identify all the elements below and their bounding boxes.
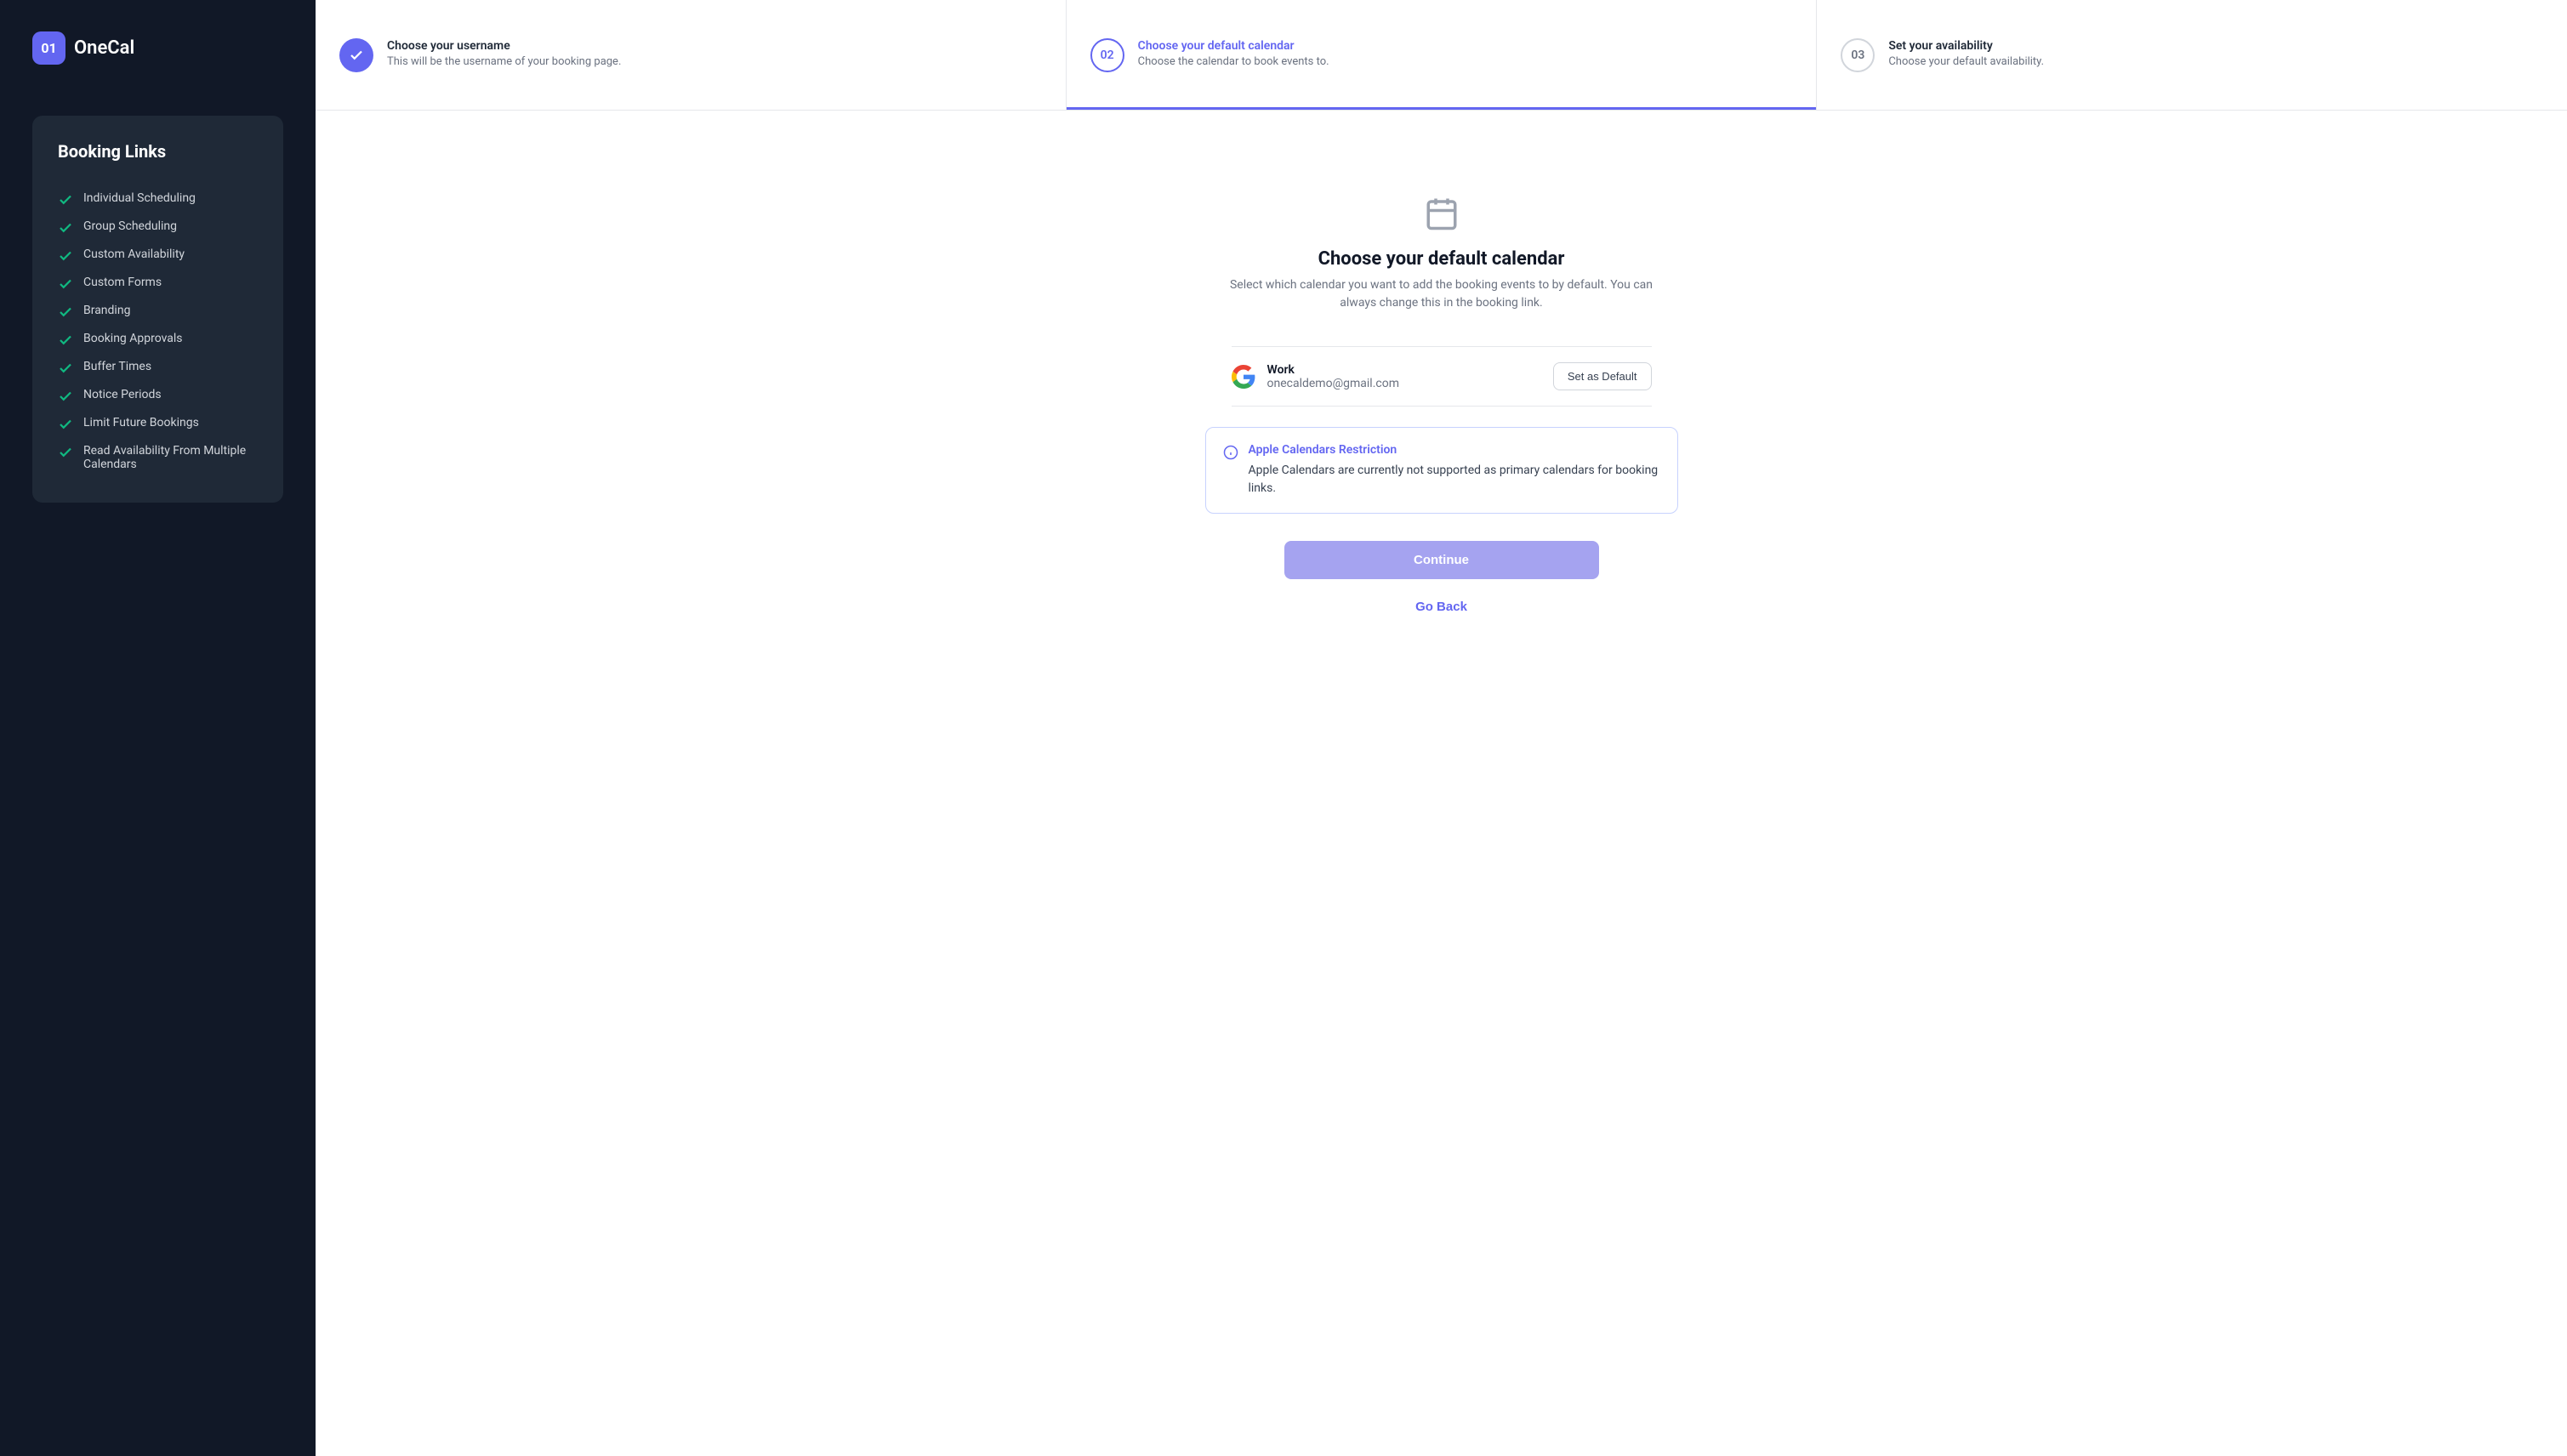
step-description: Choose your default availability. bbox=[1888, 54, 2543, 70]
step-content: Choose your default calendar Choose the … bbox=[1138, 39, 1793, 70]
step-description: This will be the username of your bookin… bbox=[387, 54, 1042, 70]
info-icon bbox=[1223, 445, 1238, 460]
alert-apple-restriction: Apple Calendars Restriction Apple Calend… bbox=[1205, 427, 1678, 514]
sidebar: 01 OneCal Booking Links Individual Sched… bbox=[0, 0, 316, 1456]
calendar-row: Work onecaldemo@gmail.com Set as Default bbox=[1232, 346, 1652, 407]
check-icon bbox=[349, 48, 364, 63]
check-icon bbox=[58, 220, 73, 236]
feature-label: Notice Periods bbox=[83, 388, 162, 401]
logo-icon: 01 bbox=[32, 31, 65, 65]
stepper: Choose your username This will be the us… bbox=[316, 0, 2567, 111]
check-icon bbox=[58, 417, 73, 432]
calendar-name: Work bbox=[1267, 363, 1399, 377]
feature-label: Individual Scheduling bbox=[83, 191, 196, 205]
alert-content: Apple Calendars Restriction Apple Calend… bbox=[1249, 443, 1660, 498]
sidebar-title: Booking Links bbox=[58, 141, 258, 162]
check-icon bbox=[58, 276, 73, 292]
step-badge-completed bbox=[339, 38, 373, 72]
content-area: Choose your default calendar Select whic… bbox=[316, 111, 2567, 1456]
feature-item: Custom Availability bbox=[58, 242, 258, 270]
feature-item: Individual Scheduling bbox=[58, 185, 258, 213]
set-default-button[interactable]: Set as Default bbox=[1553, 362, 1652, 390]
continue-button[interactable]: Continue bbox=[1284, 541, 1599, 579]
google-icon bbox=[1232, 365, 1255, 389]
step-title: Choose your default calendar bbox=[1138, 39, 1793, 53]
feature-item: Notice Periods bbox=[58, 382, 258, 410]
page-subtitle: Select which calendar you want to add th… bbox=[1229, 276, 1654, 312]
step-title: Choose your username bbox=[387, 39, 1042, 53]
step-availability[interactable]: 03 Set your availability Choose your def… bbox=[1817, 0, 2567, 110]
step-badge-pending: 03 bbox=[1841, 38, 1875, 72]
calendar-info: Work onecaldemo@gmail.com bbox=[1232, 363, 1399, 390]
feature-label: Buffer Times bbox=[83, 360, 151, 373]
feature-item: Buffer Times bbox=[58, 354, 258, 382]
logo[interactable]: 01 OneCal bbox=[32, 31, 283, 65]
alert-title: Apple Calendars Restriction bbox=[1249, 443, 1660, 457]
check-icon bbox=[58, 361, 73, 376]
feature-item: Branding bbox=[58, 298, 258, 326]
step-badge-active: 02 bbox=[1090, 38, 1124, 72]
feature-label: Branding bbox=[83, 304, 130, 317]
feature-item: Group Scheduling bbox=[58, 213, 258, 242]
sidebar-card: Booking Links Individual Scheduling Grou… bbox=[32, 116, 283, 503]
go-back-button[interactable]: Go Back bbox=[1415, 600, 1467, 614]
feature-label: Limit Future Bookings bbox=[83, 416, 199, 429]
step-content: Set your availability Choose your defaul… bbox=[1888, 39, 2543, 70]
alert-text: Apple Calendars are currently not suppor… bbox=[1249, 462, 1660, 498]
feature-label: Read Availability From Multiple Calendar… bbox=[83, 444, 258, 471]
feature-item: Booking Approvals bbox=[58, 326, 258, 354]
logo-text: OneCal bbox=[74, 37, 134, 59]
feature-item: Limit Future Bookings bbox=[58, 410, 258, 438]
calendar-details: Work onecaldemo@gmail.com bbox=[1267, 363, 1399, 390]
step-default-calendar[interactable]: 02 Choose your default calendar Choose t… bbox=[1067, 0, 1818, 110]
check-icon bbox=[58, 445, 73, 460]
step-description: Choose the calendar to book events to. bbox=[1138, 54, 1793, 70]
check-icon bbox=[58, 192, 73, 208]
feature-list: Individual Scheduling Group Scheduling C… bbox=[58, 185, 258, 477]
page-title: Choose your default calendar bbox=[1318, 248, 1565, 270]
feature-item: Read Availability From Multiple Calendar… bbox=[58, 438, 258, 477]
step-username[interactable]: Choose your username This will be the us… bbox=[316, 0, 1067, 110]
calendar-icon bbox=[1424, 196, 1460, 231]
main-content: Choose your username This will be the us… bbox=[316, 0, 2567, 1456]
step-title: Set your availability bbox=[1888, 39, 2543, 53]
check-icon bbox=[58, 304, 73, 320]
check-icon bbox=[58, 248, 73, 264]
feature-label: Booking Approvals bbox=[83, 332, 183, 345]
feature-label: Custom Forms bbox=[83, 276, 162, 289]
calendar-email: onecaldemo@gmail.com bbox=[1267, 377, 1399, 390]
check-icon bbox=[58, 333, 73, 348]
feature-label: Group Scheduling bbox=[83, 219, 177, 233]
feature-item: Custom Forms bbox=[58, 270, 258, 298]
step-content: Choose your username This will be the us… bbox=[387, 39, 1042, 70]
feature-label: Custom Availability bbox=[83, 247, 185, 261]
check-icon bbox=[58, 389, 73, 404]
